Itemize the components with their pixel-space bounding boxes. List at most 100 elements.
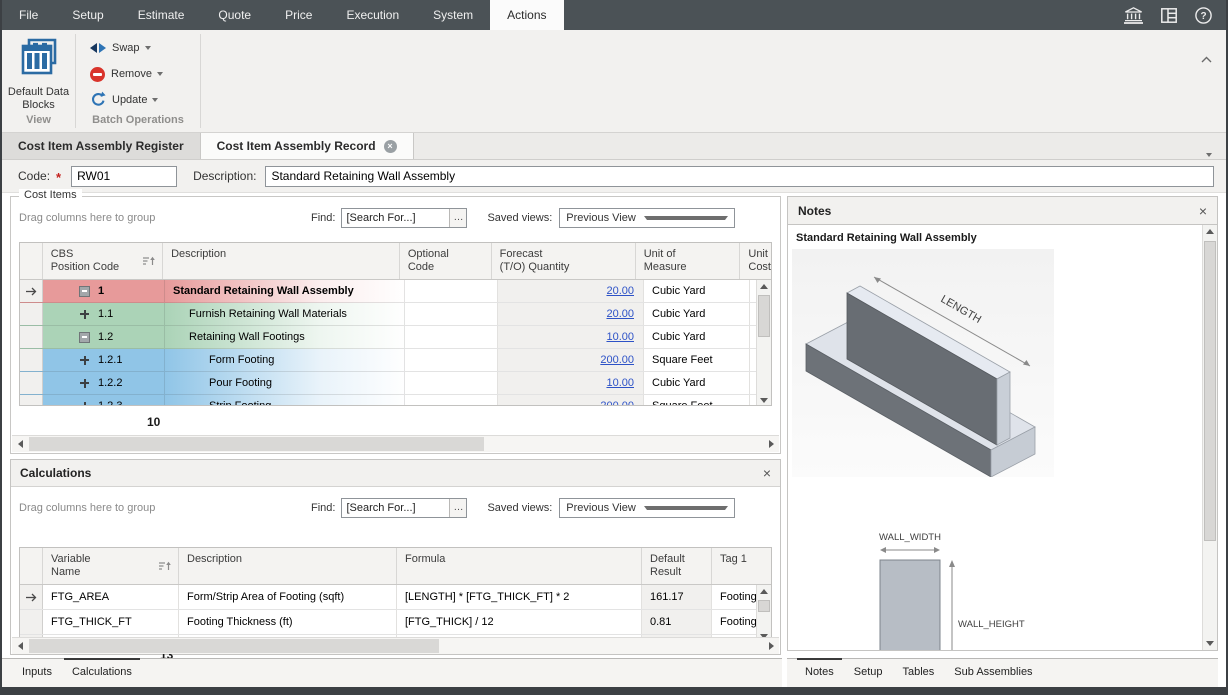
column-header-unit-of-measure[interactable]: Unit of Measure: [636, 243, 741, 279]
search-input[interactable]: [342, 499, 449, 517]
expand-row-icon[interactable]: [79, 378, 90, 389]
scroll-up-button[interactable]: [757, 280, 771, 293]
saved-views-select[interactable]: Previous View: [559, 208, 735, 228]
column-header-optional-code[interactable]: Optional Code: [400, 243, 492, 279]
table-row[interactable]: 1 Standard Retaining Wall Assembly 20.00…: [20, 280, 771, 303]
tab-cost-item-assembly-record[interactable]: Cost Item Assembly Record ×: [201, 133, 414, 159]
quantity-link[interactable]: 10.00: [606, 377, 634, 389]
menu-quote[interactable]: Quote: [201, 0, 268, 30]
optional-code-cell[interactable]: [405, 372, 498, 394]
search-input[interactable]: [342, 209, 449, 227]
optional-code-cell[interactable]: [405, 326, 498, 348]
column-header-variable-name[interactable]: Variable Name: [43, 548, 179, 584]
menu-actions[interactable]: Actions: [490, 0, 563, 30]
scrollbar-thumb[interactable]: [758, 600, 770, 612]
current-row-arrow-icon: [20, 585, 43, 609]
column-header-description[interactable]: Description: [179, 548, 397, 584]
table-row[interactable]: 1.2.2 Pour Footing 10.00 Cubic Yard: [20, 372, 771, 395]
quantity-link[interactable]: 200.00: [600, 354, 634, 366]
horizontal-scrollbar[interactable]: [12, 435, 779, 452]
column-header-description[interactable]: Description: [163, 243, 400, 279]
group-by-hint[interactable]: Drag columns here to group: [19, 212, 311, 224]
scroll-left-button[interactable]: [12, 436, 28, 452]
column-header-tag-1[interactable]: Tag 1: [712, 548, 771, 584]
scroll-right-button[interactable]: [763, 638, 779, 654]
saved-views-select[interactable]: Previous View: [559, 498, 735, 518]
code-field[interactable]: [71, 166, 177, 187]
saved-views-label: Saved views:: [487, 502, 552, 514]
menu-setup[interactable]: Setup: [55, 0, 120, 30]
collapse-row-icon[interactable]: [79, 332, 90, 343]
scroll-up-button[interactable]: [1203, 225, 1217, 238]
column-header-formula[interactable]: Formula: [397, 548, 642, 584]
vertical-scrollbar[interactable]: [756, 585, 771, 642]
table-row[interactable]: 1.2.3 Strip Footing 200.00 Square Feet: [20, 395, 771, 406]
update-button[interactable]: Update: [90, 90, 200, 110]
table-row[interactable]: FTG_THICK_FT Footing Thickness (ft) [FTG…: [20, 610, 771, 635]
quantity-link[interactable]: 200.00: [600, 400, 634, 406]
tab-setup[interactable]: Setup: [844, 659, 893, 687]
search-options-button[interactable]: …: [449, 499, 466, 517]
horizontal-scrollbar[interactable]: [12, 637, 779, 654]
scroll-left-button[interactable]: [12, 638, 28, 654]
description-field[interactable]: [265, 166, 1214, 187]
tab-notes[interactable]: Notes: [795, 659, 844, 687]
search-options-button[interactable]: …: [449, 209, 466, 227]
close-tab-icon[interactable]: ×: [384, 140, 397, 153]
quantity-link[interactable]: 20.00: [606, 285, 634, 297]
scrollbar-thumb[interactable]: [1204, 241, 1216, 541]
group-by-hint[interactable]: Drag columns here to group: [19, 502, 311, 514]
scroll-right-button[interactable]: [763, 436, 779, 452]
menu-estimate[interactable]: Estimate: [121, 0, 202, 30]
menu-file[interactable]: File: [2, 0, 55, 30]
optional-code-cell[interactable]: [405, 349, 498, 371]
expand-row-icon[interactable]: [79, 401, 90, 407]
search-box: …: [341, 498, 467, 518]
cost-items-grid-header: CBS Position Code Description: [20, 243, 771, 280]
grid-layout-icon[interactable]: [1152, 0, 1186, 30]
vertical-scrollbar[interactable]: [756, 280, 771, 406]
tab-cost-item-assembly-register[interactable]: Cost Item Assembly Register: [2, 133, 201, 159]
bank-icon[interactable]: [1115, 0, 1152, 30]
optional-code-cell[interactable]: [405, 395, 498, 406]
default-data-blocks-button[interactable]: Default Data Blocks: [6, 36, 72, 112]
scrollbar-thumb[interactable]: [29, 437, 484, 451]
scroll-up-button[interactable]: [757, 585, 771, 598]
table-row[interactable]: 1.1 Furnish Retaining Wall Materials 20.…: [20, 303, 771, 326]
expand-row-icon[interactable]: [79, 355, 90, 366]
close-panel-icon[interactable]: ×: [1199, 204, 1207, 218]
tab-sub-assemblies[interactable]: Sub Assemblies: [944, 659, 1042, 687]
column-header-forecast-quantity[interactable]: Forecast (T/O) Quantity: [492, 243, 636, 279]
vertical-scrollbar[interactable]: [1202, 225, 1217, 650]
scroll-down-button[interactable]: [1203, 637, 1217, 650]
close-panel-icon[interactable]: ×: [763, 466, 771, 480]
ribbon-group-view: Default Data Blocks View: [2, 30, 75, 132]
table-row[interactable]: 1.2.1 Form Footing 200.00 Square Feet: [20, 349, 771, 372]
expand-row-icon[interactable]: [79, 309, 90, 320]
swap-button[interactable]: Swap: [90, 38, 200, 58]
collapse-ribbon-button[interactable]: [1201, 50, 1212, 68]
help-icon[interactable]: ?: [1186, 0, 1226, 30]
optional-code-cell[interactable]: [405, 303, 498, 325]
scrollbar-thumb[interactable]: [29, 639, 439, 653]
table-row[interactable]: 1.2 Retaining Wall Footings 10.00 Cubic …: [20, 326, 771, 349]
scroll-down-button[interactable]: [757, 394, 771, 406]
quantity-link[interactable]: 20.00: [606, 308, 634, 320]
scrollbar-thumb[interactable]: [758, 295, 770, 337]
collapse-row-icon[interactable]: [79, 286, 90, 297]
wall-section-diagram-image: WALL_WIDTH WALL_HEIGHT: [792, 527, 1070, 651]
column-header-unit-cost[interactable]: Unit Cost: [740, 243, 771, 279]
tab-inputs[interactable]: Inputs: [12, 659, 62, 687]
optional-code-cell[interactable]: [405, 280, 498, 302]
default-data-blocks-label: Default Data Blocks: [6, 86, 72, 112]
menu-system[interactable]: System: [416, 0, 490, 30]
column-header-default-result[interactable]: Default Result: [642, 548, 712, 584]
table-row[interactable]: FTG_AREA Form/Strip Area of Footing (sqf…: [20, 585, 771, 610]
tab-tables[interactable]: Tables: [893, 659, 945, 687]
column-header-cbs-position-code[interactable]: CBS Position Code: [43, 243, 163, 279]
menu-execution[interactable]: Execution: [329, 0, 416, 30]
menu-price[interactable]: Price: [268, 0, 329, 30]
quantity-link[interactable]: 10.00: [606, 331, 634, 343]
tab-calculations[interactable]: Calculations: [62, 659, 142, 687]
remove-button[interactable]: Remove: [90, 64, 200, 84]
